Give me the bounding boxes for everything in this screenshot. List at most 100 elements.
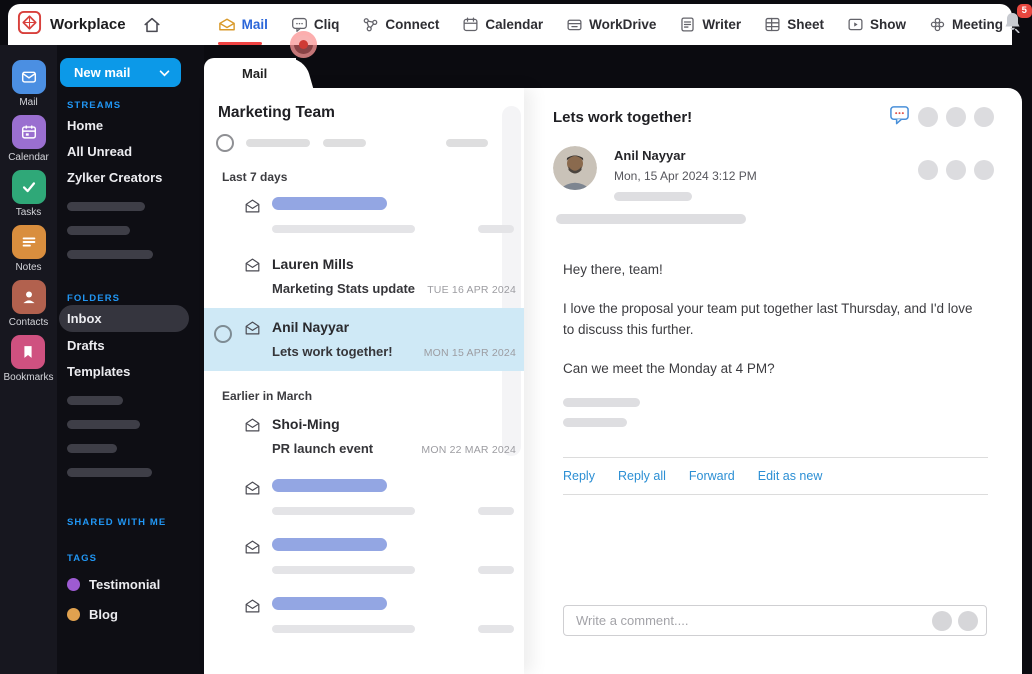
- mail-list-item-skeleton[interactable]: [204, 468, 524, 527]
- rail-item-bookmarks[interactable]: Bookmarks: [3, 335, 54, 383]
- sidebar-item-zylker-creators[interactable]: Zylker Creators: [67, 164, 204, 190]
- skeleton-row: [272, 566, 518, 574]
- topbar-nav-show[interactable]: Show: [847, 4, 906, 45]
- sidebar-item-all-unread[interactable]: All Unread: [67, 138, 204, 164]
- envelope-open-icon: [244, 417, 261, 456]
- rail-item-tasks[interactable]: Tasks: [11, 170, 46, 218]
- mail-subject: Marketing Stats update: [272, 281, 416, 296]
- skeleton-bar: [272, 625, 415, 633]
- skeleton-bar: [272, 597, 387, 610]
- app-rail: Mail Calendar Tasks Notes Contacts Bookmarks: [0, 45, 57, 674]
- comment-input[interactable]: [564, 613, 926, 628]
- topbar-nav-sheet[interactable]: Sheet: [764, 4, 824, 45]
- action-reply-all[interactable]: Reply all: [618, 469, 666, 483]
- topbar-nav-meeting[interactable]: Meeting: [929, 4, 1003, 45]
- topbar-nav-connect[interactable]: Connect: [362, 4, 439, 45]
- mail-item-content: [272, 479, 518, 515]
- mail-list-item-skeleton[interactable]: [204, 586, 524, 645]
- home-icon[interactable]: [142, 15, 162, 35]
- skeleton-bar: [67, 250, 153, 259]
- skeleton-bar: [67, 420, 140, 429]
- message-action-placeholder[interactable]: [946, 160, 966, 180]
- rail-item-mail[interactable]: Mail: [11, 60, 46, 108]
- tag-color-dot: [67, 607, 80, 621]
- skeleton-bar: [323, 139, 366, 147]
- mail-item-checkbox[interactable]: [214, 325, 232, 343]
- rail-mail-icon: [11, 60, 46, 94]
- mail-sender: Shoi-Ming: [272, 416, 340, 432]
- message-action-placeholder[interactable]: [918, 160, 938, 180]
- mail-list-item[interactable]: Anil Nayyar Lets work together! MON 15 APR…: [204, 308, 524, 371]
- reader-action-placeholder[interactable]: [918, 107, 938, 127]
- mail-item-content: Anil Nayyar Lets work together! MON 15 APR…: [272, 319, 518, 359]
- rail-notes-icon: [11, 225, 46, 259]
- skeleton-bar: [272, 225, 415, 233]
- reader-action-placeholder[interactable]: [946, 107, 966, 127]
- select-all-checkbox[interactable]: [216, 134, 234, 152]
- envelope-open-icon: [244, 198, 261, 233]
- email-paragraph: I love the proposal your team put togeth…: [563, 300, 973, 337]
- mail-date: MON 22 MAR 2024: [421, 444, 516, 456]
- nav-label: Calendar: [485, 17, 544, 32]
- workplace-brand[interactable]: Workplace: [8, 10, 126, 40]
- action-forward[interactable]: Forward: [689, 469, 735, 483]
- skeleton-group: [57, 202, 204, 259]
- comment-icon[interactable]: [889, 104, 910, 130]
- message-action-placeholder[interactable]: [974, 160, 994, 180]
- rail-item-calendar[interactable]: Calendar: [8, 115, 49, 163]
- rail-item-contacts[interactable]: Contacts: [9, 280, 48, 328]
- tag-color-dot: [67, 577, 80, 591]
- reader-header: Lets work together! Anil Nayyar Mon, 15 …: [524, 88, 1022, 224]
- email-paragraph: Can we meet the Monday at 4 PM?: [563, 360, 775, 376]
- mail-item-content: Shoi-Ming PR launch event MON 22 MAR 2024: [272, 416, 518, 456]
- skeleton-bar: [67, 396, 123, 405]
- action-edit-as-new[interactable]: Edit as new: [758, 469, 823, 483]
- skeleton-bar: [246, 139, 310, 147]
- rail-item-notes[interactable]: Notes: [11, 225, 46, 273]
- topbar-nav-mail[interactable]: Mail: [217, 4, 268, 45]
- mail-list-item-skeleton[interactable]: [204, 527, 524, 586]
- sidebar-item-drafts[interactable]: Drafts: [67, 332, 204, 358]
- tag-label: Testimonial: [89, 576, 161, 592]
- comment-action-placeholder[interactable]: [932, 610, 952, 631]
- nav-label: WorkDrive: [589, 17, 657, 32]
- mail-list-item[interactable]: Shoi-Ming PR launch event MON 22 MAR 2024: [204, 405, 524, 468]
- mail-item-content: [272, 197, 518, 233]
- email-body: Hey there, team! I love the proposal your…: [524, 260, 1022, 380]
- brand-name: Workplace: [50, 16, 126, 33]
- tag-blog[interactable]: Blog: [67, 603, 204, 625]
- skeleton-bar: [67, 444, 117, 453]
- sidebar-section-label: FOLDERS: [67, 293, 121, 304]
- notifications-bell[interactable]: 5: [1003, 4, 1032, 38]
- mail-date: MON 15 APR 2024: [423, 347, 516, 359]
- new-mail-button[interactable]: New mail: [60, 58, 181, 87]
- comment-action-placeholder[interactable]: [958, 610, 978, 631]
- rail-person-icon: [11, 280, 46, 314]
- sidebar-item-home[interactable]: Home: [67, 112, 204, 138]
- rail-check-icon: [11, 170, 46, 204]
- skeleton-bar: [478, 566, 514, 574]
- mail-list-item-skeleton[interactable]: [204, 186, 524, 245]
- tag-label: Blog: [89, 606, 118, 622]
- sender-avatar[interactable]: [553, 146, 597, 190]
- tag-testimonial[interactable]: Testimonial: [67, 573, 204, 595]
- email-paragraph: Hey there, team!: [563, 262, 663, 277]
- rail-item-label: Contacts: [8, 317, 49, 328]
- skeleton-bar: [446, 139, 488, 147]
- topbar-nav-calendar[interactable]: Calendar: [462, 4, 543, 45]
- sidebar-item-inbox[interactable]: Inbox: [59, 305, 189, 332]
- sidebar-section-label: SHARED WITH ME: [67, 517, 167, 528]
- sidebar-item-templates[interactable]: Templates: [67, 358, 204, 384]
- skeleton-bar: [272, 197, 387, 210]
- mail-subject-row: PR launch event MON 22 MAR 2024: [272, 441, 518, 456]
- meeting-icon: [929, 16, 946, 33]
- reader-action-placeholder[interactable]: [974, 107, 994, 127]
- skeleton-bar: [272, 479, 387, 492]
- topbar-nav-writer[interactable]: Writer: [679, 4, 741, 45]
- list-header-row: [216, 134, 510, 152]
- message-actions: [918, 146, 994, 201]
- mail-list-item[interactable]: Lauren Mills Marketing Stats update TUE 16…: [204, 245, 524, 308]
- topbar-nav-workdrive[interactable]: WorkDrive: [566, 4, 656, 45]
- action-reply[interactable]: Reply: [563, 469, 595, 483]
- mail-tab[interactable]: Mail: [204, 58, 296, 89]
